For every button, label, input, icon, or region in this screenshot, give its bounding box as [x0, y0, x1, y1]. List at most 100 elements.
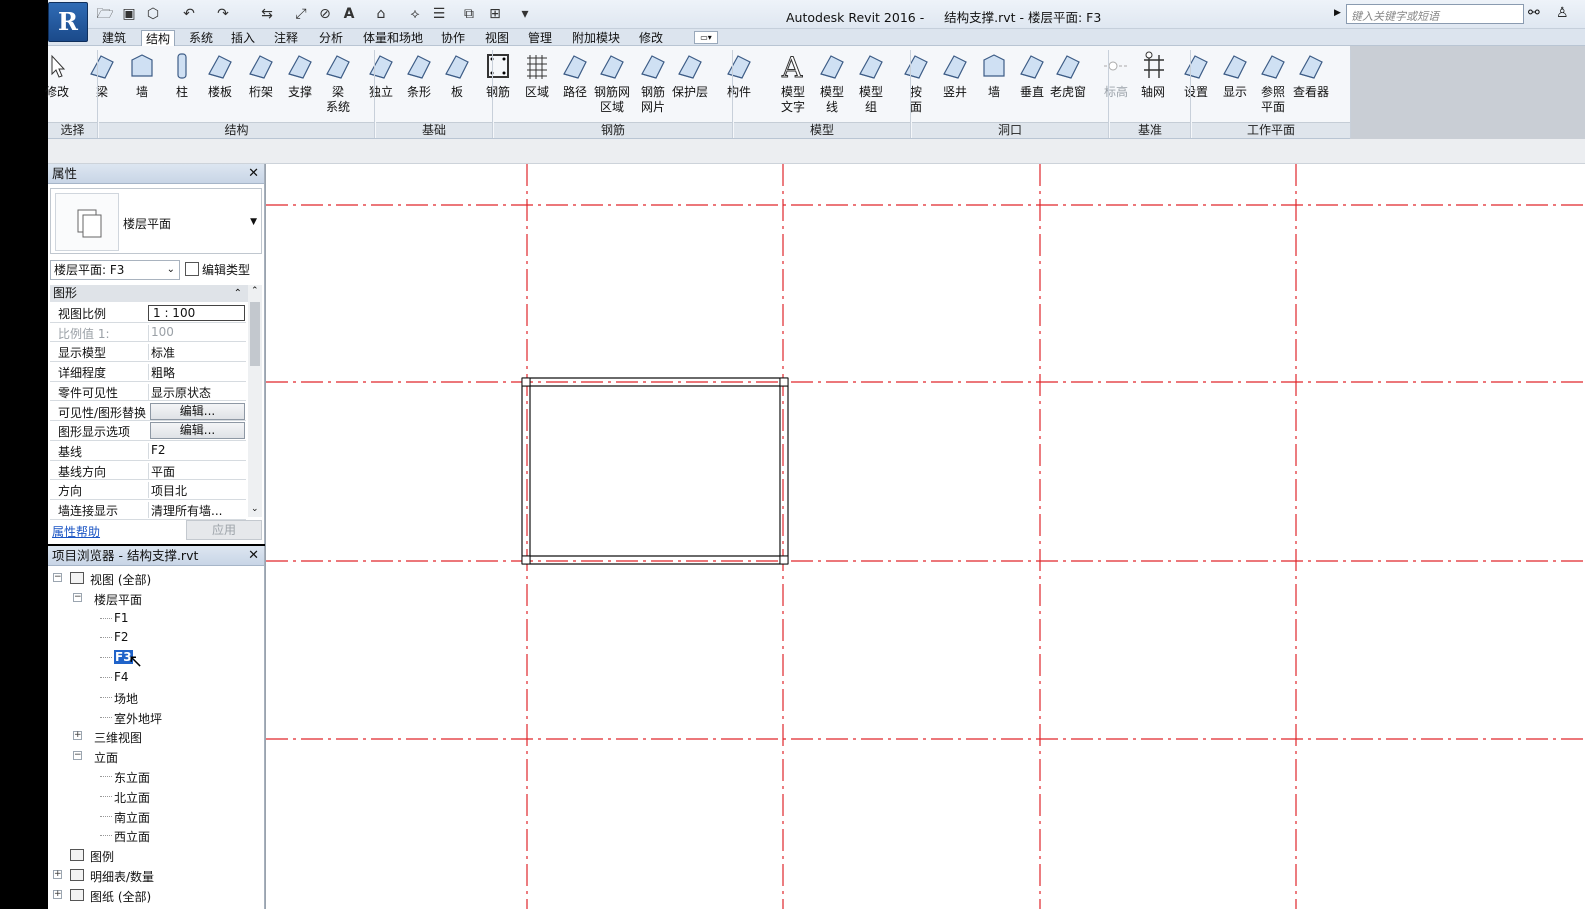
tree-item[interactable]: 南立面 — [114, 809, 150, 826]
scroll-down-icon[interactable]: ⌄ — [251, 504, 259, 514]
ribbon-minimize-icon[interactable]: ▭▾ — [694, 31, 718, 44]
ribbon-button-model-group[interactable]: 模型 组 — [853, 50, 889, 115]
properties-help-link[interactable]: 属性帮助 — [52, 523, 100, 540]
customize-qat-icon[interactable]: ▾ — [516, 5, 534, 23]
tree-item[interactable]: 室外地坪 — [114, 710, 162, 727]
tree-item[interactable]: 西立面 — [114, 828, 150, 845]
property-row[interactable]: 显示模型 标准 — [50, 342, 246, 363]
property-row[interactable]: 视图比例 1 : 100 — [50, 303, 246, 323]
ribbon-button-component[interactable]: 构件 — [721, 50, 757, 100]
ribbon-button-rebar[interactable]: 钢筋 — [480, 50, 516, 100]
ribbon-button-floor[interactable]: 楼板 — [202, 50, 238, 100]
sync-icon[interactable]: ⬡ — [144, 5, 162, 23]
tab-5[interactable]: 分析 — [315, 30, 347, 46]
tab-7[interactable]: 协作 — [437, 30, 469, 46]
column-square[interactable] — [779, 555, 789, 565]
undo-icon[interactable]: ↶ — [180, 5, 198, 23]
property-row[interactable]: 详细程度 粗略 — [50, 362, 246, 382]
tree-item[interactable]: 北立面 — [114, 789, 150, 806]
tree-item[interactable]: 东立面 — [114, 769, 150, 786]
expand-icon[interactable]: + — [73, 731, 82, 741]
ribbon-button-shaft[interactable]: 竖井 — [937, 50, 973, 100]
thin-lines-icon[interactable]: ☰ — [430, 5, 448, 23]
ribbon-button-vertical-opening[interactable]: 垂直 — [1014, 50, 1050, 100]
ribbon-button-by-face[interactable]: 按 面 — [898, 50, 934, 115]
ribbon-button-fabric-area[interactable]: 钢筋网 区域 — [594, 50, 630, 115]
drawing-canvas[interactable] — [265, 164, 1585, 909]
3d-view-icon[interactable]: ⌂ — [372, 5, 390, 23]
tree-item[interactable]: F2 — [114, 630, 129, 644]
property-row[interactable]: 零件可见性 显示原状态 — [50, 382, 246, 402]
ribbon-button-beam[interactable]: 梁 — [84, 50, 120, 100]
tab-8[interactable]: 视图 — [481, 30, 513, 46]
ribbon-button-wall-opening[interactable]: 墙 — [976, 50, 1012, 100]
tab-9[interactable]: 管理 — [524, 30, 556, 46]
property-row[interactable]: 基线 F2 — [50, 441, 246, 461]
ribbon-button-cover[interactable]: 保护层 — [672, 50, 708, 100]
ribbon-button-viewer[interactable]: 查看器 — [1293, 50, 1329, 100]
ribbon-button-model-text[interactable]: A 模型 文字 — [775, 50, 811, 115]
open-icon[interactable]: 🗁 — [96, 5, 114, 23]
tab-6[interactable]: 体量和场地 — [359, 30, 427, 46]
tree-item[interactable]: 三维视图 — [94, 729, 142, 746]
tab-1[interactable]: 结构 — [141, 30, 176, 46]
tab-11[interactable]: 修改 — [635, 30, 667, 46]
section-icon[interactable]: ⟡ — [406, 5, 424, 23]
save-icon[interactable]: ▣ — [120, 5, 138, 23]
tag-icon[interactable]: ⊘ — [316, 5, 334, 23]
dimension-icon[interactable]: ⤢ — [292, 5, 310, 23]
tab-3[interactable]: 插入 — [227, 30, 259, 46]
application-menu-button[interactable]: R — [48, 2, 88, 42]
collapse-icon[interactable]: − — [53, 573, 62, 582]
tree-item[interactable]: 楼层平面 — [94, 591, 142, 608]
measure-icon[interactable]: ⇆ — [258, 5, 276, 23]
ribbon-button-model-line[interactable]: 模型 线 — [814, 50, 850, 115]
collapse-icon[interactable]: − — [73, 751, 82, 761]
collapse-icon[interactable]: − — [73, 592, 82, 602]
close-hidden-icon[interactable]: ⧉ — [460, 5, 478, 23]
close-icon[interactable]: ✕ — [248, 546, 259, 566]
tree-item[interactable]: F1 — [114, 611, 129, 625]
tree-item[interactable]: 场地 — [114, 690, 138, 707]
edit-type-button[interactable]: 编辑类型 — [185, 260, 263, 280]
scrollbar-thumb[interactable] — [250, 302, 260, 366]
property-row[interactable]: 比例值 1: 100 — [50, 323, 246, 343]
group-header-graphics[interactable]: 图形 ⌃ — [50, 285, 248, 302]
scroll-up-icon[interactable]: ⌃ — [251, 286, 259, 296]
ribbon-button-brace[interactable]: 支撑 — [282, 50, 318, 100]
ribbon-button-set-workplane[interactable]: 设置 — [1178, 50, 1214, 100]
search-input[interactable]: 键入关键字或短语 — [1346, 4, 1524, 24]
property-row[interactable]: 基线方向 平面 — [50, 461, 246, 481]
redo-icon[interactable]: ↷ — [214, 5, 232, 23]
instance-filter-dropdown[interactable]: 楼层平面: F3 ⌄ — [50, 260, 180, 280]
property-value[interactable]: 1 : 100 — [148, 305, 245, 321]
ribbon-button-slab[interactable]: 板 — [439, 50, 475, 100]
binoculars-icon[interactable]: ⚯ — [1528, 5, 1540, 21]
tree-item[interactable]: 视图 (全部) — [90, 571, 151, 588]
close-icon[interactable]: ✕ — [248, 164, 259, 184]
column-square[interactable] — [779, 377, 789, 387]
tree-item[interactable]: F4 — [114, 670, 129, 684]
edit-button[interactable]: 编辑... — [150, 422, 245, 440]
property-row[interactable]: 方向 项目北 — [50, 480, 246, 500]
ribbon-button-beam-system[interactable]: 梁 系统 — [320, 50, 356, 115]
tab-10[interactable]: 附加模块 — [568, 30, 624, 46]
expand-icon[interactable]: + — [53, 870, 62, 879]
ribbon-button-ref-plane[interactable]: 参照 平面 — [1255, 50, 1291, 115]
tree-item[interactable]: 图纸 (全部) — [90, 888, 151, 905]
ribbon-button-dormer[interactable]: 老虎窗 — [1050, 50, 1086, 100]
ribbon-button-truss[interactable]: 桁架 — [243, 50, 279, 100]
ribbon-button-fabric-sheet[interactable]: 钢筋 网片 — [635, 50, 671, 115]
tab-4[interactable]: 注释 — [270, 30, 302, 46]
ribbon-button-column[interactable]: 柱 — [164, 50, 200, 100]
text-icon[interactable]: A — [340, 5, 358, 23]
ribbon-button-grid[interactable]: 轴网 — [1135, 50, 1171, 100]
apply-button[interactable]: 应用 — [186, 520, 262, 540]
tree-item[interactable]: 立面 — [94, 749, 118, 766]
expand-search-icon[interactable]: ▶ — [1334, 8, 1341, 18]
property-row[interactable]: 图形显示选项 编辑... — [50, 421, 246, 441]
tab-0[interactable]: 建筑 — [98, 30, 130, 46]
property-row[interactable]: 墙连接显示 清理所有墙... — [50, 500, 246, 520]
type-selector[interactable]: 楼层平面 ▼ — [50, 188, 262, 254]
collapse-icon[interactable]: ⌃ — [234, 285, 242, 302]
